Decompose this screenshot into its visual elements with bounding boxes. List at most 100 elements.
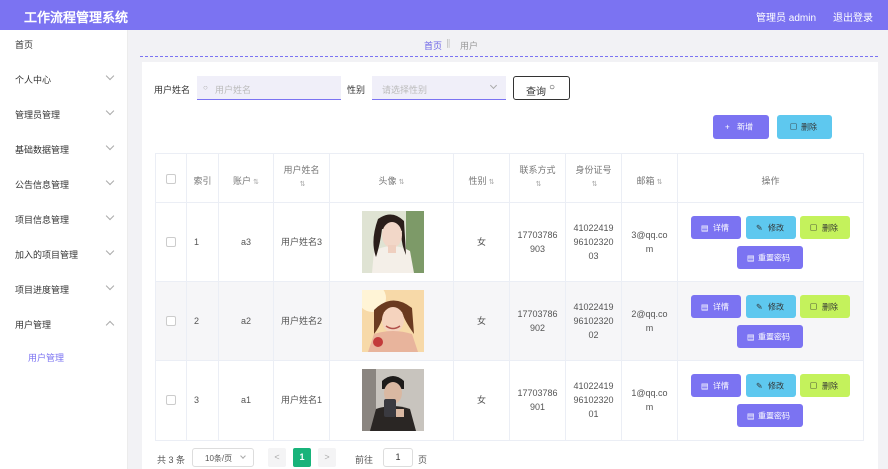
sidebar-item-personal-center[interactable]: 个人中心 (0, 68, 128, 90)
sort-icon: ⇅ (398, 179, 405, 186)
header-gender[interactable]: 性别 ⇅ (454, 154, 510, 203)
delete-button-label: 删除 (822, 223, 838, 232)
detail-button[interactable]: ▤ 详情 (691, 374, 741, 397)
chevron-down-icon (105, 106, 115, 116)
sidebar-item-basic-data[interactable]: 基础数据管理 (0, 138, 128, 160)
admin-label: 管理员 admin (756, 13, 817, 24)
edit-button-label: 修改 (768, 302, 784, 311)
logout-link[interactable]: 退出登录 (833, 9, 873, 24)
row-idcard-line3: 02 (588, 330, 599, 340)
avatar (362, 369, 424, 431)
header-name[interactable]: 用户姓名 ⇅ (274, 154, 330, 203)
breadcrumb: 首页 ∥ 用户 (140, 30, 878, 57)
reset-password-button-label: 重置密码 (758, 411, 790, 420)
header-email[interactable]: 邮箱 ⇅ (622, 154, 678, 203)
row-email-line1: 3@qq.co (631, 230, 668, 240)
pencil-icon: ✎ (756, 381, 763, 390)
header-account-label: 账户 (233, 176, 252, 186)
row-idcard-line3: 03 (588, 251, 599, 261)
sort-icon: ⇅ (299, 181, 306, 188)
sidebar-item-label: 公告信息管理 (15, 180, 70, 190)
sidebar-item-label: 管理员管理 (15, 110, 61, 120)
document-icon: ▤ (747, 411, 755, 420)
page-size-select[interactable]: 10条/页 (192, 448, 254, 467)
reset-password-button[interactable]: ▤ 重置密码 (737, 325, 803, 348)
table-row: 2 a2 用户姓名2 女 17703786 902 41022419 96102… (156, 282, 863, 361)
sidebar-item-label: 基础数据管理 (15, 145, 70, 155)
header-idcard[interactable]: 身份证号 ⇅ (566, 154, 622, 203)
header-index-label: 索引 (193, 176, 212, 186)
name-placeholder: 用户姓名 (215, 85, 252, 95)
edit-button[interactable]: ✎ 修改 (746, 295, 796, 318)
document-icon: ▤ (747, 332, 755, 341)
delete-button[interactable]: ☐ 删除 (800, 216, 850, 239)
chevron-down-icon (105, 141, 115, 151)
header-phone-label: 联系方式 (519, 165, 556, 175)
page-suffix-label: 页 (418, 455, 428, 465)
sidebar-item-home[interactable]: 首页 (0, 33, 128, 55)
select-all-checkbox[interactable] (166, 174, 176, 184)
reset-password-button[interactable]: ▤ 重置密码 (737, 404, 803, 427)
document-icon: ▤ (701, 302, 709, 311)
row-checkbox[interactable] (166, 316, 176, 326)
sidebar-item-joined-projects[interactable]: 加入的项目管理 (0, 243, 128, 265)
edit-button[interactable]: ✎ 修改 (746, 374, 796, 397)
sidebar-item-projects[interactable]: 项目信息管理 (0, 208, 128, 230)
trash-icon: ☐ (810, 302, 818, 311)
delete-button-label: 删除 (822, 381, 838, 390)
pencil-icon: ✎ (756, 223, 763, 232)
query-button[interactable]: 查询 ○ (513, 76, 570, 100)
detail-button-label: 详情 (713, 302, 729, 311)
header-account[interactable]: 账户 ⇅ (219, 154, 274, 203)
breadcrumb-home[interactable]: 首页 (424, 39, 442, 52)
delete-button[interactable]: ☐ 删除 (800, 295, 850, 318)
sort-icon: ⇅ (535, 181, 542, 188)
row-index: 3 (194, 395, 200, 405)
bulk-delete-button[interactable]: ☐ 删除 (777, 115, 832, 139)
sort-icon: ⇅ (253, 179, 259, 186)
row-checkbox[interactable] (166, 237, 176, 247)
goto-page-input[interactable]: 1 (383, 448, 413, 467)
pagination-total: 共 3 条 (157, 455, 186, 465)
sidebar-item-progress[interactable]: 项目进度管理 (0, 278, 128, 300)
breadcrumb-current: 用户 (460, 41, 479, 51)
name-search-input[interactable]: ○ 用户姓名 (197, 76, 341, 100)
detail-button[interactable]: ▤ 详情 (691, 216, 741, 239)
sidebar-item-label: 项目信息管理 (15, 215, 70, 225)
gender-placeholder: 请选择性别 (382, 85, 428, 95)
sidebar-subitem-label: 用户管理 (28, 353, 65, 363)
row-idcard-line3: 01 (588, 409, 599, 419)
name-label: 用户姓名 (154, 85, 191, 95)
avatar (362, 290, 424, 352)
row-name: 用户姓名1 (280, 395, 322, 405)
detail-button[interactable]: ▤ 详情 (691, 295, 741, 318)
row-checkbox[interactable] (166, 395, 176, 405)
header-avatar[interactable]: 头像 ⇅ (330, 154, 454, 203)
sidebar-item-users[interactable]: 用户管理 (0, 313, 128, 335)
edit-button[interactable]: ✎ 修改 (746, 216, 796, 239)
reset-password-button[interactable]: ▤ 重置密码 (737, 246, 803, 269)
chevron-right-icon: > (324, 452, 330, 462)
users-table: 索引 账户 ⇅ 用户姓名 ⇅ 头像 ⇅ 性别 ⇅ 联系方式 ⇅ 身份证号 ⇅ 邮箱 ⇅ … (155, 153, 864, 441)
sidebar-subitem-users[interactable]: 用户管理 (0, 346, 128, 368)
content-panel: 用户姓名 ○ 用户姓名 性别 请选择性别 查询 ○ + 新增 ☐ 删除 索引 账… (142, 62, 878, 469)
header-phone[interactable]: 联系方式 ⇅ (510, 154, 566, 203)
sidebar-item-announcements[interactable]: 公告信息管理 (0, 173, 128, 195)
gender-select[interactable]: 请选择性别 (372, 76, 506, 100)
row-idcard-line2: 96102320 (573, 316, 614, 326)
add-button[interactable]: + 新增 (713, 115, 769, 139)
row-idcard-line2: 96102320 (573, 395, 614, 405)
row-name: 用户姓名2 (280, 316, 322, 326)
row-account: a3 (240, 237, 251, 247)
row-name: 用户姓名3 (280, 237, 322, 247)
sidebar-item-admin-management[interactable]: 管理员管理 (0, 103, 128, 125)
prev-page-button[interactable]: < (268, 448, 286, 467)
pencil-icon: ✎ (756, 302, 763, 311)
row-email-line1: 2@qq.co (631, 309, 668, 319)
row-email-line2: m (645, 402, 654, 412)
page-number-1[interactable]: 1 (293, 448, 311, 467)
next-page-button[interactable]: > (318, 448, 336, 467)
delete-button[interactable]: ☐ 删除 (800, 374, 850, 397)
sidebar-item-label: 用户管理 (15, 320, 52, 330)
sort-icon: ⇅ (488, 179, 495, 186)
